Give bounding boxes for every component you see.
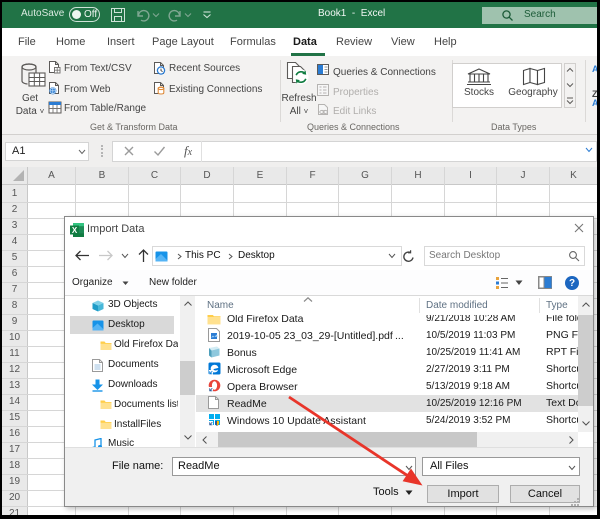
svg-text:X: X: [72, 226, 78, 235]
